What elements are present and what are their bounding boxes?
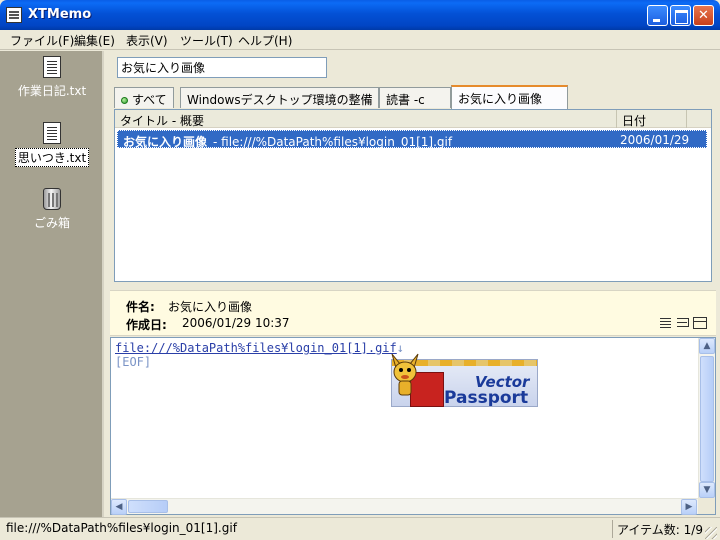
green-dot-icon: [121, 97, 128, 104]
menu-tools[interactable]: ツール(T): [178, 32, 235, 49]
window-title: XTMemo: [28, 7, 92, 22]
app-icon[interactable]: [6, 7, 22, 23]
document-icon: [43, 56, 61, 78]
column-title-summary[interactable]: タイトル - 概要: [115, 110, 617, 128]
maximize-button[interactable]: [670, 5, 691, 26]
subject-label: 件名:: [126, 300, 155, 314]
resize-grip-icon[interactable]: [705, 527, 717, 539]
sidebar-item-label: 思いつき.txt: [14, 148, 90, 167]
row-date: 2006/01/29: [620, 133, 690, 147]
column-date[interactable]: 日付: [617, 110, 687, 128]
eof-marker: [EOF]: [115, 355, 152, 369]
created-label: 作成日:: [126, 318, 167, 332]
memo-detail-header: 件名: お気に入り画像 作成日: 2006/01/29 10:37: [110, 290, 716, 336]
row-title: お気に入り画像: [123, 135, 208, 149]
status-item-count: アイテム数: 1/9: [612, 520, 716, 538]
menu-help[interactable]: ヘルプ(H): [236, 32, 294, 49]
tab-windows-desktop[interactable]: Windowsデスクトップ環境の整備: [180, 87, 379, 108]
scroll-left-icon[interactable]: ◀: [111, 499, 127, 515]
subject-value: お気に入り画像: [168, 300, 253, 314]
memo-title-input[interactable]: [117, 57, 327, 78]
menu-bar: ファイル(F) 編集(E) 表示(V) ツール(T) ヘルプ(H): [0, 30, 720, 50]
status-path: file:///%DataPath%files¥login_01[1].gif: [6, 521, 237, 535]
memo-list[interactable]: タイトル - 概要 日付 お気に入り画像 - file:///%DataPath%…: [114, 109, 712, 282]
mascot-icon: [391, 353, 419, 396]
lines-view-icon[interactable]: [659, 317, 673, 329]
frame-view-icon[interactable]: [693, 317, 707, 329]
title-bar[interactable]: XTMemo: [0, 0, 720, 30]
sidebar-item-trash[interactable]: ごみ箱: [0, 188, 104, 231]
trash-icon: [43, 188, 61, 210]
document-icon: [43, 122, 61, 144]
tab-reading[interactable]: 読書 -c: [379, 87, 451, 108]
sidebar-item-ideas[interactable]: 思いつき.txt: [0, 122, 104, 167]
file-link[interactable]: file:///%DataPath%files¥login_01[1].gif: [115, 341, 397, 355]
minimize-button[interactable]: [647, 5, 668, 26]
tab-label: 読書 -c: [386, 93, 425, 107]
sidebar-item-label: ごみ箱: [33, 216, 70, 230]
tab-label: Windowsデスクトップ環境の整備: [187, 93, 373, 107]
menu-file[interactable]: ファイル(F): [8, 32, 76, 49]
scroll-right-icon[interactable]: ▶: [681, 499, 697, 515]
created-value: 2006/01/29 10:37: [182, 316, 290, 330]
vertical-scroll-thumb[interactable]: [700, 356, 714, 482]
folder-sidebar: 作業日記.txt 思いつき.txt ごみ箱: [0, 51, 104, 517]
editor-content[interactable]: file:///%DataPath%files¥login_01[1].gif↓…: [115, 341, 404, 369]
wrap-view-icon[interactable]: [676, 317, 690, 329]
category-tabs: すべて Windowsデスクトップ環境の整備 読書 -c お気に入り画像: [110, 85, 716, 109]
tab-favorite-images[interactable]: お気に入り画像: [451, 85, 568, 109]
list-header: タイトル - 概要 日付: [115, 110, 711, 128]
menu-view[interactable]: 表示(V): [124, 32, 170, 49]
horizontal-scrollbar[interactable]: ◀ ▶: [111, 498, 698, 515]
tab-all[interactable]: すべて: [114, 87, 174, 108]
sidebar-item-label: 作業日記.txt: [17, 84, 87, 98]
scrollbar-corner: [698, 498, 715, 514]
status-bar: file:///%DataPath%files¥login_01[1].gif …: [0, 517, 720, 540]
vector-passport-banner: Vector Passport: [388, 350, 538, 407]
scroll-down-icon[interactable]: ▼: [699, 482, 715, 498]
row-summary: - file:///%DataPath%files¥login_01[1].gi…: [213, 135, 453, 149]
close-button[interactable]: [693, 5, 714, 26]
horizontal-scroll-thumb[interactable]: [128, 500, 168, 513]
tab-label: すべて: [132, 93, 167, 107]
tab-label: お気に入り画像: [458, 92, 543, 106]
banner-product: Passport: [444, 388, 529, 407]
scroll-up-icon[interactable]: ▲: [699, 338, 715, 354]
menu-edit[interactable]: 編集(E): [72, 32, 117, 49]
vertical-scrollbar[interactable]: ▲ ▼: [698, 338, 715, 498]
sidebar-item-work-diary[interactable]: 作業日記.txt: [0, 56, 104, 99]
table-row[interactable]: お気に入り画像 - file:///%DataPath%files¥login_0…: [117, 130, 707, 149]
